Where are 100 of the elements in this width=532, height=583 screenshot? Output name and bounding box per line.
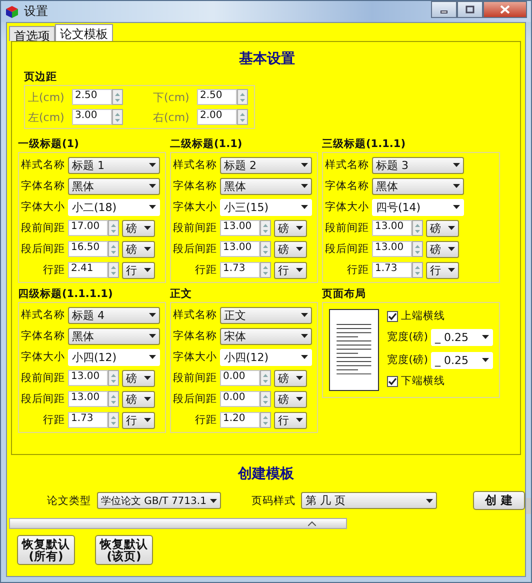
- spin-button[interactable]: [260, 370, 271, 386]
- restore-button[interactable]: 恢复默认 (所有): [17, 535, 75, 566]
- dropdown[interactable]: 小二(18): [68, 198, 160, 216]
- dropdown[interactable]: 黑体: [220, 178, 312, 194]
- maximize-button[interactable]: [457, 1, 483, 18]
- number-field[interactable]: 13.00: [220, 241, 260, 257]
- field-label: 行距: [194, 413, 217, 427]
- spin-arrows-icon: [239, 92, 246, 102]
- dropdown[interactable]: 小三(15): [220, 198, 312, 216]
- number-field[interactable]: 16.50: [68, 241, 108, 257]
- dropdown[interactable]: 标题 2: [220, 156, 312, 174]
- number-field[interactable]: 13.00: [372, 220, 412, 236]
- dropdown[interactable]: 标题 4: [68, 306, 160, 324]
- tab[interactable]: 论文模板: [55, 24, 113, 41]
- spin-button[interactable]: [412, 262, 423, 278]
- number-field[interactable]: 2.50: [197, 89, 237, 105]
- unit-dropdown[interactable]: 磅: [122, 240, 155, 258]
- unit-dropdown[interactable]: 磅: [274, 390, 307, 408]
- caret-icon: [453, 205, 460, 209]
- unit-dropdown[interactable]: 磅: [274, 220, 307, 236]
- minimize-button[interactable]: [431, 1, 457, 18]
- field-label: 样式名称: [324, 158, 369, 172]
- spin-button[interactable]: [237, 89, 248, 105]
- number-field[interactable]: 2.41: [68, 262, 108, 278]
- dropdown[interactable]: 学位论文 GB/T 7713.1: [97, 492, 222, 509]
- number-field[interactable]: 0.00: [220, 370, 260, 386]
- dropdown[interactable]: 黑体: [372, 178, 464, 194]
- unit-dropdown[interactable]: 磅: [122, 390, 155, 408]
- width-dropdown[interactable]: _ 0.25: [431, 352, 493, 368]
- section-title: 创建模板: [238, 465, 294, 483]
- number-field[interactable]: 13.00: [372, 241, 412, 257]
- dropdown[interactable]: 黑体: [68, 328, 160, 344]
- dropdown[interactable]: 黑体: [68, 178, 160, 194]
- checkbox[interactable]: [386, 376, 398, 386]
- caret-icon: [149, 355, 156, 359]
- checkbox[interactable]: [386, 310, 398, 322]
- field-label: 行距: [42, 263, 65, 277]
- unit-dropdown[interactable]: 行: [122, 412, 155, 428]
- field-label: 行距: [42, 413, 65, 427]
- number-field[interactable]: 17.00: [68, 220, 108, 236]
- dropdown[interactable]: 正文: [220, 306, 312, 324]
- field-label: 段前间距: [324, 221, 369, 235]
- number-field[interactable]: 1.73: [372, 262, 412, 278]
- group-title: 二级标题(1.1): [170, 137, 244, 151]
- spin-button[interactable]: [260, 220, 271, 236]
- splitter-bar[interactable]: [9, 518, 347, 529]
- unit-dropdown[interactable]: 磅: [274, 240, 307, 258]
- spin-button[interactable]: [108, 241, 119, 257]
- number-field[interactable]: 13.00: [68, 370, 108, 386]
- field-label: 段后间距: [20, 242, 65, 256]
- spin-button[interactable]: [260, 391, 271, 407]
- number-field[interactable]: 2.00: [197, 109, 237, 125]
- spin-button[interactable]: [260, 262, 271, 278]
- unit-dropdown[interactable]: 行: [274, 262, 307, 278]
- unit-dropdown[interactable]: 磅: [426, 220, 459, 236]
- maximize-icon: [465, 5, 475, 14]
- number-field[interactable]: 1.20: [220, 412, 260, 428]
- spin-button[interactable]: [108, 220, 119, 236]
- spin-button[interactable]: [412, 220, 423, 236]
- spin-button[interactable]: [260, 241, 271, 257]
- caret-icon: [296, 268, 303, 272]
- spin-button[interactable]: [260, 412, 271, 428]
- unit-dropdown[interactable]: 磅: [274, 370, 307, 386]
- dropdown[interactable]: 标题 1: [68, 156, 160, 174]
- number-field[interactable]: 0.00: [220, 391, 260, 407]
- scrollbar[interactable]: [526, 498, 531, 514]
- spin-button[interactable]: [237, 109, 248, 125]
- unit-dropdown[interactable]: 行: [274, 412, 307, 428]
- number-field[interactable]: 13.00: [220, 220, 260, 236]
- caret-icon: [149, 334, 156, 338]
- dropdown[interactable]: 第 几 页: [301, 492, 437, 509]
- create-button[interactable]: 创 建: [472, 491, 525, 510]
- number-field[interactable]: 2.50: [72, 89, 112, 105]
- dropdown[interactable]: 宋体: [220, 328, 312, 344]
- dropdown[interactable]: 标题 3: [372, 156, 464, 174]
- field-label: 字体名称: [20, 329, 65, 343]
- spin-button[interactable]: [112, 109, 123, 125]
- width-dropdown[interactable]: _ 0.25: [431, 328, 493, 346]
- number-field[interactable]: 1.73: [68, 412, 108, 428]
- caret-icon: [149, 184, 156, 188]
- unit-dropdown[interactable]: 行: [426, 262, 459, 278]
- spin-button[interactable]: [108, 262, 119, 278]
- spin-button[interactable]: [412, 241, 423, 257]
- spin-button[interactable]: [108, 391, 119, 407]
- caret-icon: [144, 226, 151, 230]
- dropdown[interactable]: 小四(12): [68, 348, 160, 366]
- unit-dropdown[interactable]: 行: [122, 262, 155, 278]
- restore-button[interactable]: 恢复默认 (该页): [95, 535, 153, 566]
- number-field[interactable]: 3.00: [72, 109, 112, 125]
- dropdown[interactable]: 四号(14): [372, 198, 464, 216]
- number-field[interactable]: 1.73: [220, 262, 260, 278]
- close-button[interactable]: [483, 1, 527, 18]
- unit-dropdown[interactable]: 磅: [426, 240, 459, 258]
- unit-dropdown[interactable]: 磅: [122, 370, 155, 386]
- spin-button[interactable]: [108, 412, 119, 428]
- unit-dropdown[interactable]: 磅: [122, 220, 155, 236]
- spin-button[interactable]: [108, 370, 119, 386]
- spin-button[interactable]: [112, 89, 123, 105]
- number-field[interactable]: 13.00: [68, 391, 108, 407]
- dropdown[interactable]: 小四(12): [220, 348, 312, 366]
